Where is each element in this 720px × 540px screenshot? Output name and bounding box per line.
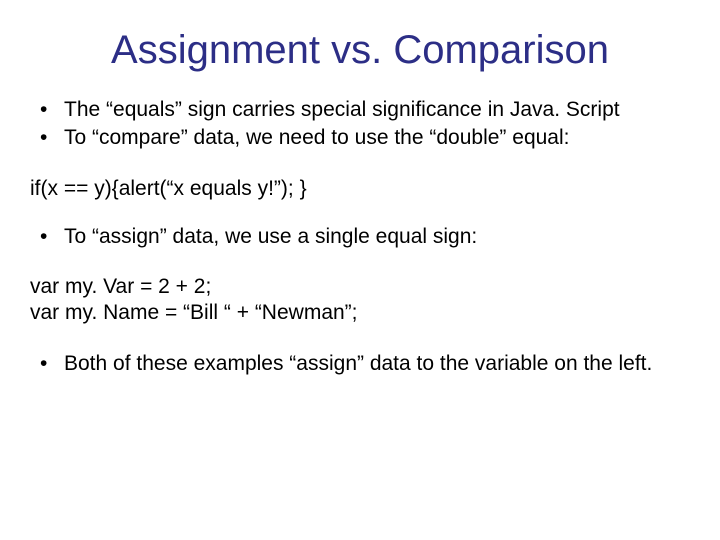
bullet-item: The “equals” sign carries special signif… (30, 97, 690, 123)
code-line: var my. Name = “Bill “ + “Newman”; (30, 300, 690, 326)
bullet-text: To “assign” data, we use a single equal … (64, 225, 477, 248)
bullet-text: The “equals” sign carries special signif… (64, 98, 620, 121)
spacer (30, 202, 690, 224)
bullet-list-mid: To “assign” data, we use a single equal … (30, 224, 690, 250)
slide-title: Assignment vs. Comparison (30, 28, 690, 73)
bullet-item: To “assign” data, we use a single equal … (30, 224, 690, 250)
spacer (30, 154, 690, 176)
code-line: if(x == y){alert(“x equals y!”); } (30, 176, 690, 202)
spacer (30, 252, 690, 274)
bullet-text: Both of these examples “assign” data to … (64, 352, 652, 375)
bullet-list-top: The “equals” sign carries special signif… (30, 97, 690, 152)
bullet-list-bottom: Both of these examples “assign” data to … (30, 351, 690, 377)
spacer (30, 327, 690, 351)
code-line: var my. Var = 2 + 2; (30, 274, 690, 300)
slide-body: The “equals” sign carries special signif… (30, 97, 690, 377)
slide: Assignment vs. Comparison The “equals” s… (0, 0, 720, 540)
bullet-item: Both of these examples “assign” data to … (30, 351, 690, 377)
bullet-item: To “compare” data, we need to use the “d… (30, 125, 690, 151)
bullet-text: To “compare” data, we need to use the “d… (64, 126, 569, 149)
